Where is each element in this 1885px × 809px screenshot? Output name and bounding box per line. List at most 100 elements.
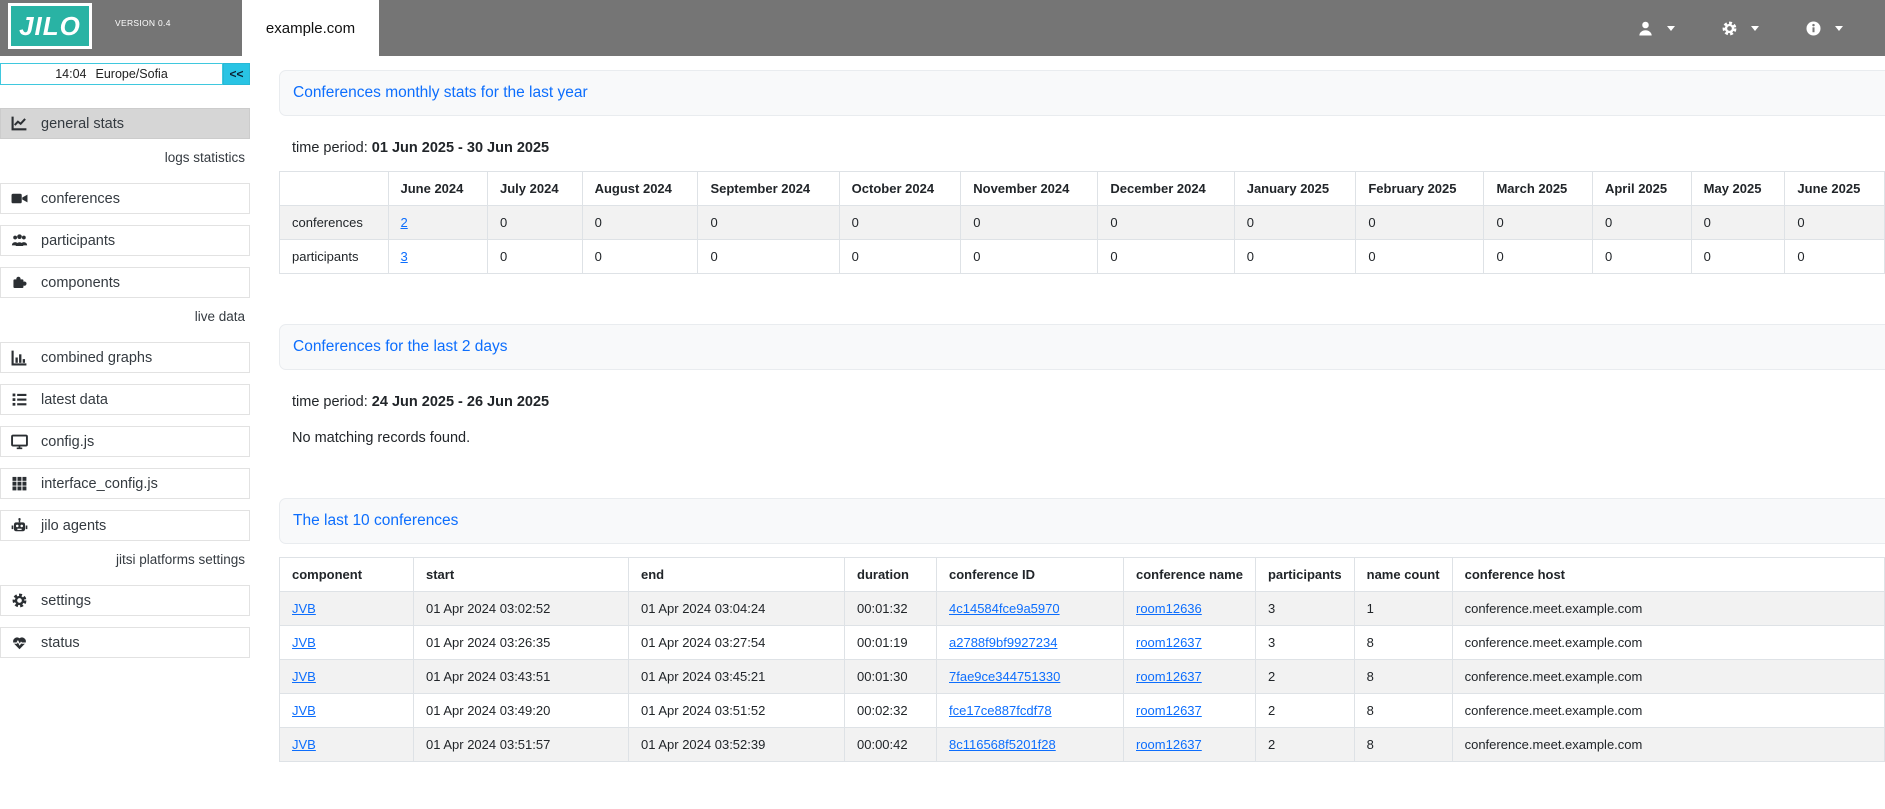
table-cell: JVB <box>280 728 414 762</box>
chart-column-icon <box>11 349 28 366</box>
sidebar-item-latest-data[interactable]: latest data <box>0 384 250 415</box>
cell-link[interactable]: 7fae9ce344751330 <box>949 669 1060 684</box>
info-icon <box>1805 20 1822 37</box>
table-cell: conference.meet.example.com <box>1452 694 1884 728</box>
table-cell: 0 <box>839 240 961 274</box>
table-row: JVB 01 Apr 2024 03:26:3501 Apr 2024 03:27… <box>280 626 1885 660</box>
cell-link[interactable]: 3 <box>401 249 408 264</box>
table-cell: conferences <box>280 206 389 240</box>
table-cell: room12636 <box>1124 592 1256 626</box>
cell-link[interactable]: 4c14584fce9a5970 <box>949 601 1060 616</box>
table-cells-icon <box>11 475 28 492</box>
cell-link[interactable]: room12637 <box>1136 669 1202 684</box>
time-period-value: 24 Jun 2025 - 26 Jun 2025 <box>372 394 549 410</box>
table-cell: 01 Apr 2024 03:26:35 <box>414 626 629 660</box>
cell-link[interactable]: JVB <box>292 601 316 616</box>
column-header: November 2024 <box>961 172 1098 206</box>
last-10-header-row: componentstartenddurationconference IDco… <box>280 558 1885 592</box>
topbar-menus <box>1637 0 1885 56</box>
chevron-down-icon <box>1667 26 1675 31</box>
tab-example-com[interactable]: example.com <box>242 0 379 56</box>
sidebar-item-label: conferences <box>41 191 120 207</box>
sidebar-item-conferences[interactable]: conferences <box>0 183 250 214</box>
sidebar-item-interface-config-js[interactable]: interface_config.js <box>0 468 250 499</box>
cell-link[interactable]: room12637 <box>1136 737 1202 752</box>
table-cell: 0 <box>1785 240 1885 274</box>
table-cell: 0 <box>1691 240 1785 274</box>
cell-link[interactable]: fce17ce887fcdf78 <box>949 703 1052 718</box>
sidebar-section-jitsi-platforms-settings: jitsi platforms settings <box>0 552 250 569</box>
table-cell: 0 <box>1592 240 1691 274</box>
display-icon <box>11 433 28 450</box>
column-header: name count <box>1354 558 1452 592</box>
info-menu-dropdown[interactable] <box>1805 20 1843 37</box>
time-period-value: 01 Jun 2025 - 30 Jun 2025 <box>372 140 549 156</box>
sidebar-item-general-stats[interactable]: general stats <box>0 108 250 139</box>
time-period-label: time period: <box>292 140 368 156</box>
column-header: component <box>280 558 414 592</box>
column-header: May 2025 <box>1691 172 1785 206</box>
table-cell: 0 <box>1098 206 1234 240</box>
app-logo: JILO <box>8 3 92 49</box>
table-row: JVB01 Apr 2024 03:43:5101 Apr 2024 03:45… <box>280 660 1885 694</box>
settings-menu-dropdown[interactable] <box>1721 20 1759 37</box>
sidebar-section-logs-statistics: logs statistics <box>0 150 250 167</box>
table-cell: JVB <box>280 626 414 660</box>
table-cell: room12637 <box>1124 728 1256 762</box>
monthly-stats-header-row: June 2024July 2024August 2024September 2… <box>280 172 1885 206</box>
table-row: JVB01 Apr 2024 03:51:5701 Apr 2024 03:52… <box>280 728 1885 762</box>
video-icon <box>11 190 28 207</box>
table-cell: 8c116568f5201f28 <box>937 728 1124 762</box>
cell-link[interactable]: JVB <box>292 669 316 684</box>
cell-link[interactable]: JVB <box>292 737 316 752</box>
sidebar-item-participants[interactable]: participants <box>0 225 250 256</box>
gear-icon <box>11 592 28 609</box>
cell-link[interactable]: JVB <box>292 635 316 650</box>
table-cell: 3 <box>388 240 488 274</box>
chevron-down-icon <box>1751 26 1759 31</box>
table-cell: 00:01:32 <box>845 592 937 626</box>
table-cell: 4c14584fce9a5970 <box>937 592 1124 626</box>
app-logo-text: JILO <box>19 11 81 42</box>
monthly-stats-title: Conferences monthly stats for the last y… <box>293 84 588 102</box>
sidebar-item-jilo-agents[interactable]: jilo agents <box>0 510 250 541</box>
sidebar-item-config-js[interactable]: config.js <box>0 426 250 457</box>
cell-link[interactable]: room12636 <box>1136 601 1202 616</box>
sidebar-item-components[interactable]: components <box>0 267 250 298</box>
cell-link[interactable]: 8c116568f5201f28 <box>949 737 1056 752</box>
cell-link[interactable]: JVB <box>292 703 316 718</box>
table-cell: 0 <box>1691 206 1785 240</box>
table-cell: conference.meet.example.com <box>1452 660 1884 694</box>
cell-link[interactable]: room12637 <box>1136 635 1202 650</box>
table-cell: 0 <box>1484 240 1593 274</box>
sidebar-collapse-label: << <box>229 67 243 81</box>
column-header: start <box>414 558 629 592</box>
table-cell: 3 <box>1255 592 1354 626</box>
column-header: conference ID <box>937 558 1124 592</box>
table-cell: 2 <box>388 206 488 240</box>
table-cell: 01 Apr 2024 03:43:51 <box>414 660 629 694</box>
sidebar-item-settings[interactable]: settings <box>0 585 250 616</box>
table-cell: 0 <box>1356 206 1484 240</box>
sidebar: 14:04 Europe/Sofia << general statslogs … <box>0 56 250 669</box>
users-icon <box>11 232 28 249</box>
table-cell: 2 <box>1255 694 1354 728</box>
sidebar-item-label: general stats <box>41 116 124 132</box>
cell-link[interactable]: a2788f9bf9927234 <box>949 635 1057 650</box>
sidebar-item-combined-graphs[interactable]: combined graphs <box>0 342 250 373</box>
column-header: June 2025 <box>1785 172 1885 206</box>
table-cell: 01 Apr 2024 03:27:54 <box>629 626 845 660</box>
sidebar-collapse-button[interactable]: << <box>223 63 250 85</box>
card-header-last-2-days: Conferences for the last 2 days <box>279 324 1885 370</box>
cell-link[interactable]: room12637 <box>1136 703 1202 718</box>
column-header: June 2024 <box>388 172 488 206</box>
table-cell: 00:01:30 <box>845 660 937 694</box>
cell-link[interactable]: 2 <box>401 215 408 230</box>
user-menu-dropdown[interactable] <box>1637 20 1675 37</box>
card-header-last-10-conferences: The last 10 conferences <box>279 498 1885 544</box>
sidebar-item-status[interactable]: status <box>0 627 250 658</box>
table-cell: 3 <box>1255 626 1354 660</box>
table-cell: conference.meet.example.com <box>1452 592 1884 626</box>
table-cell: JVB <box>280 660 414 694</box>
table-cell: conference.meet.example.com <box>1452 626 1884 660</box>
